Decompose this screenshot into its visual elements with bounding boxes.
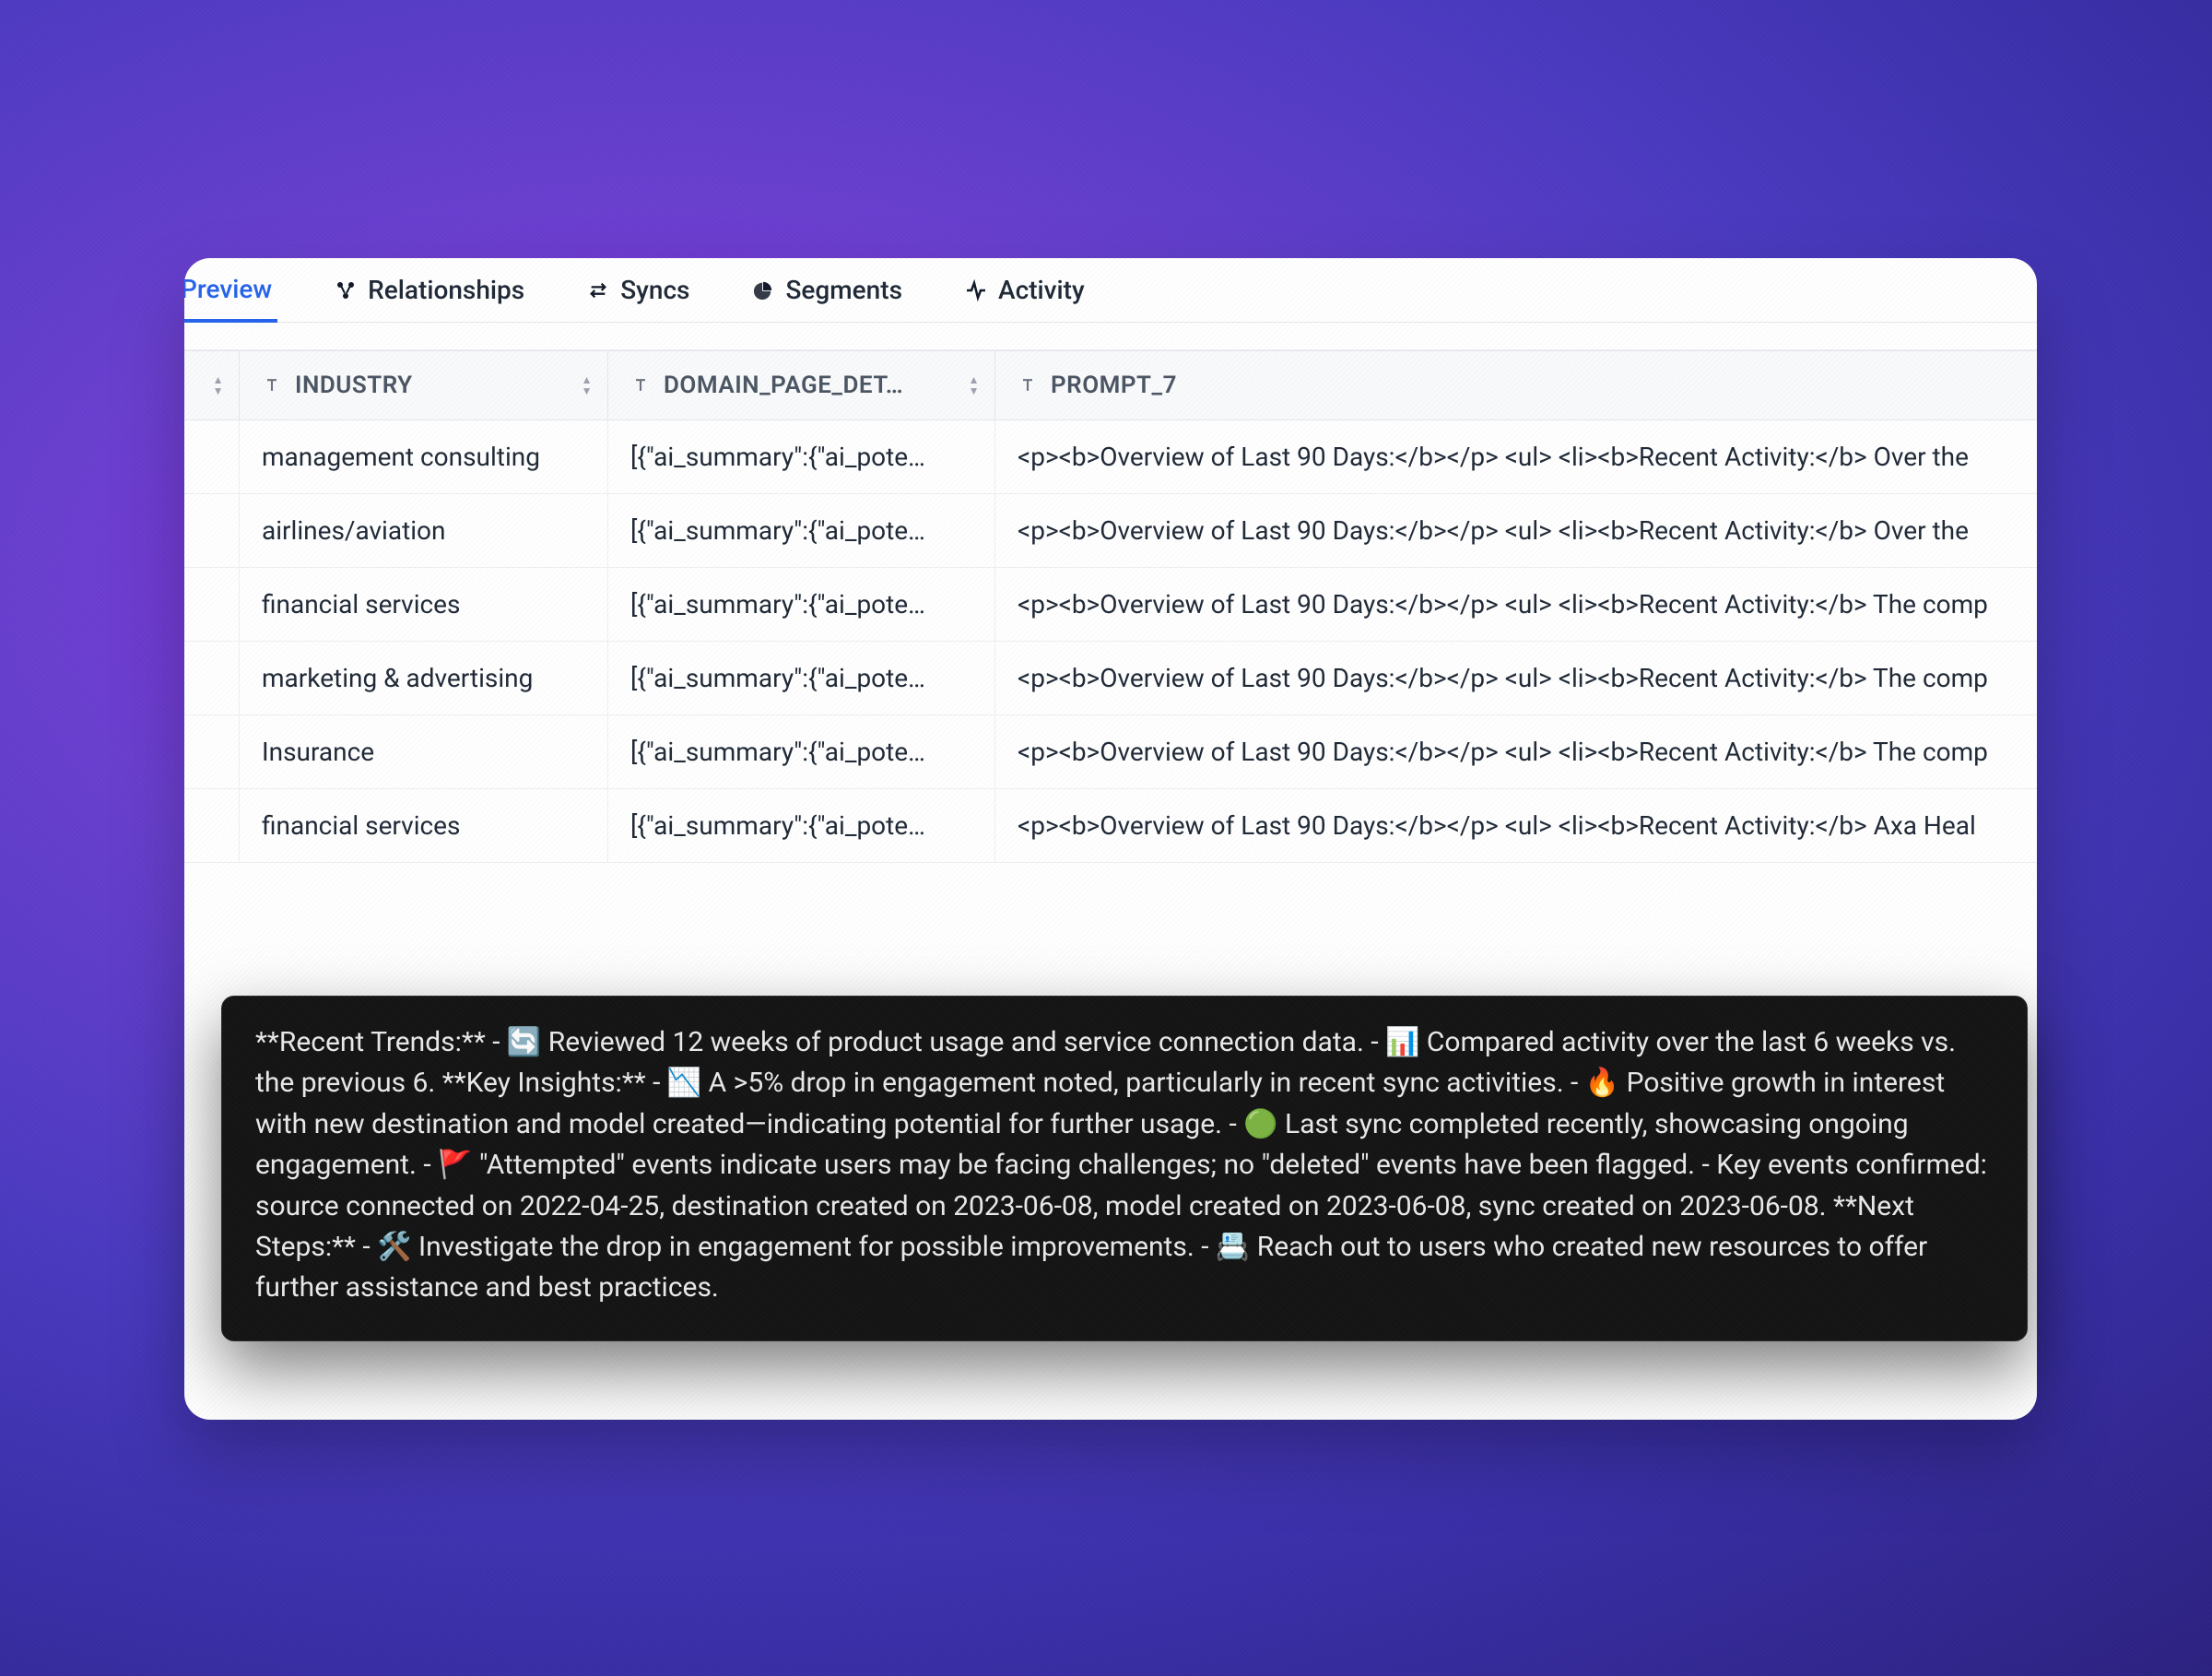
table-row[interactable]: Insurance [{"ai_summary":{"ai_pote… <p><… [184, 715, 2037, 789]
tab-activity[interactable]: Activity [959, 258, 1090, 322]
cell-blank [184, 642, 240, 714]
tab-label: Segments [785, 275, 902, 305]
cell-prompt7: <p><b>Overview of Last 90 Days:</b></p> … [995, 789, 2037, 862]
column-label: INDUSTRY [295, 372, 413, 399]
tab-segments[interactable]: Segments [747, 258, 908, 322]
cell-blank [184, 494, 240, 567]
toolbar-spacer [184, 323, 2037, 350]
cell-prompt7: <p><b>Overview of Last 90 Days:</b></p> … [995, 642, 2037, 714]
column-header-prompt7[interactable]: PROMPT_7 [995, 351, 2037, 419]
cell-domain: [{"ai_summary":{"ai_pote… [608, 642, 995, 714]
cell-prompt7: <p><b>Overview of Last 90 Days:</b></p> … [995, 494, 2037, 567]
column-label: DOMAIN_PAGE_DET… [664, 372, 903, 399]
cell-prompt7: <p><b>Overview of Last 90 Days:</b></p> … [995, 715, 2037, 788]
cell-prompt7: <p><b>Overview of Last 90 Days:</b></p> … [995, 568, 2037, 641]
tab-label: Relationships [368, 275, 524, 305]
table-row[interactable]: marketing & advertising [{"ai_summary":{… [184, 642, 2037, 715]
tab-label: Activity [998, 275, 1085, 305]
text-type-icon [1018, 375, 1038, 395]
syncs-icon [587, 279, 609, 301]
table-row[interactable]: financial services [{"ai_summary":{"ai_p… [184, 789, 2037, 863]
cell-domain: [{"ai_summary":{"ai_pote… [608, 420, 995, 493]
table-row[interactable]: financial services [{"ai_summary":{"ai_p… [184, 568, 2037, 642]
column-header-domain[interactable]: DOMAIN_PAGE_DET… ▲▼ [608, 351, 995, 419]
table-row[interactable]: airlines/aviation [{"ai_summary":{"ai_po… [184, 494, 2037, 568]
cell-prompt7: <p><b>Overview of Last 90 Days:</b></p> … [995, 420, 2037, 493]
sort-icon[interactable]: ▲▼ [582, 375, 593, 395]
tab-preview[interactable]: Preview [184, 259, 277, 323]
cell-blank [184, 715, 240, 788]
table-header: ▲▼ INDUSTRY ▲▼ DOMAIN_PAGE_DET… ▲▼ [184, 350, 2037, 420]
sort-icon[interactable]: ▲▼ [969, 375, 980, 395]
text-type-icon [630, 375, 651, 395]
cell-industry: financial services [240, 568, 608, 641]
activity-icon [965, 279, 987, 301]
tooltip-text: **Recent Trends:** - 🔄 Reviewed 12 weeks… [255, 1026, 1987, 1304]
tab-relationships[interactable]: Relationships [329, 258, 530, 322]
column-label: PROMPT_7 [1051, 372, 1177, 399]
cell-tooltip: **Recent Trends:** - 🔄 Reviewed 12 weeks… [221, 996, 2028, 1341]
segments-icon [752, 279, 774, 301]
text-type-icon [262, 375, 282, 395]
sort-icon[interactable]: ▲▼ [213, 375, 224, 395]
cell-domain: [{"ai_summary":{"ai_pote… [608, 789, 995, 862]
cell-domain: [{"ai_summary":{"ai_pote… [608, 715, 995, 788]
relationships-icon [335, 279, 357, 301]
cell-blank [184, 420, 240, 493]
cell-industry: marketing & advertising [240, 642, 608, 714]
cell-industry: management consulting [240, 420, 608, 493]
tab-bar: Preview Relationships Syncs Segments Act… [184, 258, 2037, 323]
tab-label: Syncs [620, 275, 689, 305]
cell-domain: [{"ai_summary":{"ai_pote… [608, 494, 995, 567]
cell-blank [184, 568, 240, 641]
tab-label: Preview [184, 274, 272, 304]
cell-industry: Insurance [240, 715, 608, 788]
cell-industry: financial services [240, 789, 608, 862]
cell-blank [184, 789, 240, 862]
cell-domain: [{"ai_summary":{"ai_pote… [608, 568, 995, 641]
column-header-blank: ▲▼ [184, 351, 240, 419]
cell-industry: airlines/aviation [240, 494, 608, 567]
tab-syncs[interactable]: Syncs [582, 258, 695, 322]
column-header-industry[interactable]: INDUSTRY ▲▼ [240, 351, 608, 419]
table-row[interactable]: management consulting [{"ai_summary":{"a… [184, 420, 2037, 494]
table-body: management consulting [{"ai_summary":{"a… [184, 420, 2037, 863]
